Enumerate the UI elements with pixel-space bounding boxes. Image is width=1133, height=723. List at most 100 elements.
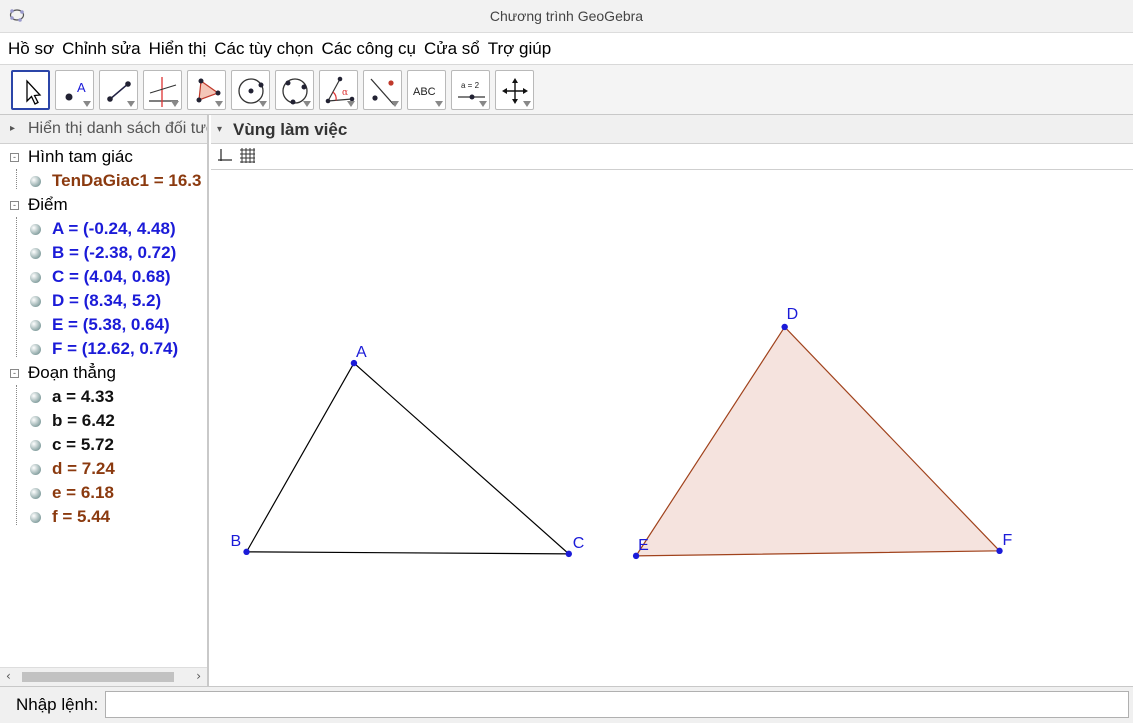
slider-tool-button[interactable]: a = 2 bbox=[451, 70, 490, 110]
scroll-left-icon[interactable]: ‹ bbox=[6, 669, 11, 683]
point-tool-button[interactable]: A bbox=[55, 70, 94, 110]
horizontal-scrollbar[interactable]: ‹ › bbox=[0, 667, 207, 686]
dropdown-triangle-icon bbox=[83, 101, 91, 107]
category-segments[interactable]: - Đoạn thẳng bbox=[10, 363, 116, 387]
drawing-canvas[interactable]: A B C D E F bbox=[211, 170, 1133, 685]
tree-connector bbox=[16, 385, 17, 525]
point-label-c[interactable]: C bbox=[573, 535, 585, 552]
text-tool-button[interactable]: ABC bbox=[407, 70, 446, 110]
visibility-toggle-icon[interactable] bbox=[30, 488, 41, 499]
dropdown-triangle-icon bbox=[215, 101, 223, 107]
list-item[interactable]: A = (-0.24, 4.48) bbox=[30, 219, 176, 243]
triangle-def[interactable] bbox=[634, 325, 1001, 557]
point-label-e[interactable]: E bbox=[638, 537, 649, 554]
tool-bar: A α ABC a = 2 bbox=[0, 65, 1133, 115]
algebra-header[interactable]: ▸ Hiển thị danh sách đối tượng bbox=[0, 115, 207, 144]
reflect-tool-button[interactable] bbox=[363, 70, 402, 110]
menu-file[interactable]: Hồ sơ bbox=[5, 39, 57, 59]
list-item[interactable]: f = 5.44 bbox=[30, 507, 111, 531]
category-points[interactable]: - Điểm bbox=[10, 195, 68, 219]
list-item[interactable]: TenDaGiac1 = 16.3 bbox=[30, 171, 202, 195]
list-item[interactable]: c = 5.72 bbox=[30, 435, 114, 459]
slider-icon-label: a = 2 bbox=[461, 81, 480, 90]
list-item[interactable]: b = 6.42 bbox=[30, 411, 115, 435]
tree-connector bbox=[16, 169, 17, 189]
list-item[interactable]: F = (12.62, 0.74) bbox=[30, 339, 179, 363]
point-label-a[interactable]: A bbox=[356, 344, 367, 361]
point-d[interactable] bbox=[781, 323, 788, 331]
visibility-toggle-icon[interactable] bbox=[30, 416, 41, 427]
visibility-toggle-icon[interactable] bbox=[30, 224, 41, 235]
point-b[interactable] bbox=[243, 548, 250, 556]
category-triangle[interactable]: - Hình tam giác bbox=[10, 147, 133, 171]
collapse-icon[interactable]: - bbox=[10, 153, 19, 162]
angle-icon-label: α bbox=[342, 88, 348, 98]
object-value: C = (4.04, 0.68) bbox=[52, 267, 171, 286]
text-icon-label: ABC bbox=[413, 86, 436, 98]
dropdown-triangle-icon bbox=[303, 101, 311, 107]
menu-bar: Hồ sơ Chỉnh sửa Hiển thị Các tùy chọn Cá… bbox=[0, 33, 1133, 65]
line-tool-button[interactable] bbox=[99, 70, 138, 110]
command-input[interactable] bbox=[105, 691, 1129, 718]
point-label-d[interactable]: D bbox=[787, 306, 799, 323]
object-value: TenDaGiac1 = 16.3 bbox=[52, 171, 202, 190]
collapse-arrow-icon[interactable]: ▾ bbox=[217, 124, 222, 135]
toggle-grid-icon[interactable] bbox=[239, 147, 256, 164]
input-bar: Nhập lệnh: bbox=[0, 686, 1133, 723]
object-value: c = 5.72 bbox=[52, 435, 114, 454]
visibility-toggle-icon[interactable] bbox=[30, 320, 41, 331]
perpendicular-tool-button[interactable] bbox=[143, 70, 182, 110]
collapse-icon[interactable]: - bbox=[10, 369, 19, 378]
list-item[interactable]: E = (5.38, 0.64) bbox=[30, 315, 170, 339]
visibility-toggle-icon[interactable] bbox=[30, 344, 41, 355]
visibility-toggle-icon[interactable] bbox=[30, 272, 41, 283]
dropdown-triangle-icon bbox=[479, 101, 487, 107]
circle-tool-button[interactable] bbox=[231, 70, 270, 110]
menu-edit[interactable]: Chỉnh sửa bbox=[59, 39, 143, 59]
scroll-right-icon[interactable]: › bbox=[196, 669, 201, 683]
object-value: f = 5.44 bbox=[52, 507, 111, 526]
point-icon-label: A bbox=[77, 80, 86, 95]
point-label-f[interactable]: F bbox=[1003, 532, 1013, 549]
graphics-header[interactable]: ▾ Vùng làm việc bbox=[211, 115, 1133, 144]
expand-arrow-icon[interactable]: ▸ bbox=[10, 123, 15, 134]
graphics-header-label: Vùng làm việc bbox=[233, 120, 348, 139]
algebra-tree: - Hình tam giác TenDaGiac1 = 16.3 - Điểm… bbox=[0, 145, 207, 665]
menu-options[interactable]: Các tùy chọn bbox=[211, 39, 316, 59]
dropdown-triangle-icon bbox=[171, 101, 179, 107]
visibility-toggle-icon[interactable] bbox=[30, 296, 41, 307]
visibility-toggle-icon[interactable] bbox=[30, 248, 41, 259]
polygon-tool-button[interactable] bbox=[187, 70, 226, 110]
category-label: Đoạn thẳng bbox=[28, 363, 116, 382]
visibility-toggle-icon[interactable] bbox=[30, 464, 41, 475]
list-item[interactable]: a = 4.33 bbox=[30, 387, 114, 411]
list-item[interactable]: C = (4.04, 0.68) bbox=[30, 267, 171, 291]
list-item[interactable]: D = (8.34, 5.2) bbox=[30, 291, 161, 315]
circle-3points-tool-button[interactable] bbox=[275, 70, 314, 110]
menu-help[interactable]: Trợ giúp bbox=[485, 39, 554, 59]
title-bar: Chương trình GeoGebra bbox=[0, 0, 1133, 33]
visibility-toggle-icon[interactable] bbox=[30, 392, 41, 403]
list-item[interactable]: e = 6.18 bbox=[30, 483, 114, 507]
menu-view[interactable]: Hiển thị bbox=[146, 39, 210, 59]
collapse-icon[interactable]: - bbox=[10, 201, 19, 210]
scrollbar-thumb[interactable] bbox=[22, 672, 174, 682]
list-item[interactable]: d = 7.24 bbox=[30, 459, 115, 483]
category-label: Hình tam giác bbox=[28, 147, 133, 166]
point-c[interactable] bbox=[565, 550, 573, 558]
list-item[interactable]: B = (-2.38, 0.72) bbox=[30, 243, 176, 267]
object-value: F = (12.62, 0.74) bbox=[52, 339, 179, 358]
point-label-b[interactable]: B bbox=[231, 533, 242, 550]
visibility-toggle-icon[interactable] bbox=[30, 512, 41, 523]
menu-window[interactable]: Cửa sổ bbox=[421, 39, 483, 59]
triangle-abc[interactable] bbox=[245, 362, 571, 555]
move-view-tool-button[interactable] bbox=[495, 70, 534, 110]
visibility-toggle-icon[interactable] bbox=[30, 176, 41, 187]
dropdown-triangle-icon bbox=[435, 101, 443, 107]
menu-tools[interactable]: Các công cụ bbox=[318, 39, 419, 59]
algebra-view: ▸ Hiển thị danh sách đối tượng - Hình ta… bbox=[0, 115, 209, 686]
angle-tool-button[interactable]: α bbox=[319, 70, 358, 110]
move-tool-button[interactable] bbox=[11, 70, 50, 110]
visibility-toggle-icon[interactable] bbox=[30, 440, 41, 451]
toggle-axes-icon[interactable] bbox=[217, 148, 233, 164]
